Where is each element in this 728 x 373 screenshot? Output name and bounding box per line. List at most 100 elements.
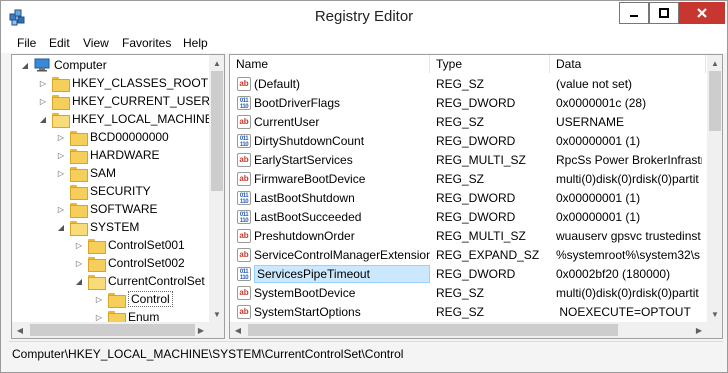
value-row[interactable]: ab (Default) REG_SZ (value not set) [230,75,722,94]
tree-horizontal-scrollbar[interactable]: ◀ ▶ [12,322,209,338]
value-row[interactable]: 011 110 ServicesPipeTimeout REG_DWORD 0x0002… [230,265,722,284]
tree-node[interactable]: ◢ Computer [20,56,107,74]
scrollbar-corner [707,322,722,338]
tree-node[interactable]: ▷ BCD00000000 [56,128,169,146]
scroll-left-arrow-icon[interactable]: ◀ [230,322,246,338]
tree-vertical-scroll-thumb[interactable] [211,71,223,191]
value-type: REG_SZ [436,172,485,186]
value-type: REG_EXPAND_SZ [436,248,540,262]
value-row[interactable]: 011 110 DirtyShutdownCount REG_DWORD 0x00000… [230,132,722,151]
binary-value-icon: 011 110 [237,134,251,148]
value-data: RpcSs Power BrokerInfrastru [556,153,702,167]
value-row[interactable]: 011 110 LastBootSucceeded REG_DWORD 0x000000… [230,208,722,227]
column-header-data[interactable]: Data [550,55,706,73]
column-header-type[interactable]: Type [430,55,550,73]
tree-node[interactable]: ▷ SAM [56,164,116,182]
value-data: (value not set) [556,77,633,91]
collapse-arrow-icon[interactable]: ◢ [38,114,48,124]
list-horizontal-scrollbar[interactable]: ◀ ▶ [230,322,707,338]
value-data: USERNAME [556,115,625,129]
expand-arrow-icon[interactable]: ▷ [94,312,104,322]
tree-node-label: SECURITY [90,184,151,198]
value-row[interactable]: 011 110 BootDriverFlags REG_DWORD 0x0000001c… [230,94,722,113]
collapse-arrow-icon[interactable]: ◢ [74,276,84,286]
string-value-icon: ab [237,172,251,186]
list-vertical-scroll-thumb[interactable] [709,71,721,131]
value-row[interactable]: ab SystemStartOptions REG_SZ NOEXECUTE=OPT… [230,303,722,322]
status-bar: Computer\HKEY_LOCAL_MACHINE\SYSTEM\Curre… [9,341,723,365]
tree-node[interactable]: ▷ HKEY_CLASSES_ROOT [38,74,208,92]
tree-node[interactable]: ▷ Control [94,290,173,308]
value-row[interactable]: ab EarlyStartServices REG_MULTI_SZ RpcSs Po… [230,151,722,170]
value-data: 0x00000001 (1) [556,134,641,148]
tree-node[interactable]: ▷ ControlSet002 [74,254,185,272]
close-icon [697,8,707,18]
tree-node[interactable]: SECURITY [56,182,151,200]
value-row[interactable]: ab SystemBootDevice REG_SZ multi(0)disk(0)r… [230,284,722,303]
expand-arrow-icon[interactable]: ▷ [94,294,104,304]
value-type: REG_MULTI_SZ [436,153,526,167]
expand-arrow-icon[interactable]: ▷ [74,240,84,250]
minimize-button[interactable] [619,2,649,24]
tree-node[interactable]: ▷ HKEY_CURRENT_USER [38,92,210,110]
menu-file[interactable]: File [17,36,36,50]
collapse-arrow-icon[interactable]: ◢ [56,222,66,232]
menu-bar: File Edit View Favorites Help [1,33,727,53]
string-value-icon: ab [237,286,251,300]
value-type: REG_DWORD [436,267,516,281]
tree-node[interactable]: ◢ CurrentControlSet [74,272,205,290]
list-vertical-scrollbar[interactable]: ▲ ▼ [707,55,722,322]
registry-tree-pane[interactable]: ◢ Computer ▷ HKEY_CLASSES_ROOT ▷ HKEY_CURRENT… [11,54,225,339]
expand-arrow-icon[interactable]: ▷ [56,132,66,142]
scroll-down-arrow-icon[interactable]: ▼ [209,306,224,322]
list-horizontal-scroll-thumb[interactable] [248,324,618,336]
menu-help[interactable]: Help [183,36,208,50]
folder-icon [70,166,88,182]
expand-arrow-icon[interactable]: ▷ [56,150,66,160]
scroll-left-arrow-icon[interactable]: ◀ [12,322,28,338]
value-data: 0x00000001 (1) [556,191,641,205]
maximize-button[interactable] [649,2,679,24]
expand-arrow-icon[interactable]: ▷ [56,168,66,178]
expand-arrow-icon[interactable]: ▷ [56,204,66,214]
scroll-down-arrow-icon[interactable]: ▼ [707,306,722,322]
expand-arrow-icon[interactable]: ▷ [38,78,48,88]
title-bar[interactable]: Registry Editor [1,1,727,33]
values-list-pane[interactable]: Name Type Data ab (Default) REG_SZ (value n… [229,54,723,339]
column-header-name[interactable]: Name [230,55,430,73]
scroll-up-arrow-icon[interactable]: ▲ [707,55,722,71]
tree-node[interactable]: ▷ SOFTWARE [56,200,158,218]
value-row[interactable]: ab FirmwareBootDevice REG_SZ multi(0)disk(0… [230,170,722,189]
value-data: 0x0000001c (28) [556,96,647,110]
tree-node[interactable]: ▷ HARDWARE [56,146,160,164]
menu-view[interactable]: View [83,36,109,50]
expand-arrow-icon[interactable]: ▷ [74,258,84,268]
value-row[interactable]: ab CurrentUser REG_SZ USERNAME [230,113,722,132]
registry-editor-window: Registry Editor File Edit View Favorites… [0,0,728,373]
close-button[interactable] [679,2,725,24]
value-type: REG_MULTI_SZ [436,229,526,243]
value-name: CurrentUser [254,115,320,129]
tree-node-label: ControlSet002 [108,256,185,270]
value-row[interactable]: ab PreshutdownOrder REG_MULTI_SZ wuauserv g… [230,227,722,246]
expand-arrow-icon[interactable]: ▷ [38,96,48,106]
value-row[interactable]: 011 110 LastBootShutdown REG_DWORD 0x0000000… [230,189,722,208]
folder-icon [70,130,88,146]
tree-node[interactable]: ▷ ControlSet001 [74,236,185,254]
scroll-right-arrow-icon[interactable]: ▶ [691,322,707,338]
collapse-arrow-icon[interactable]: ◢ [20,60,30,70]
scroll-right-arrow-icon[interactable]: ▶ [193,322,209,338]
tree-horizontal-scroll-thumb[interactable] [30,324,195,336]
menu-edit[interactable]: Edit [49,36,70,50]
value-data: 0x0002bf20 (180000) [556,267,671,281]
menu-favorites[interactable]: Favorites [122,36,171,50]
tree-node-label: SAM [90,166,117,180]
value-row[interactable]: ab ServiceControlManagerExtension REG_EXPA… [230,246,722,265]
tree-node[interactable]: ◢ SYSTEM [56,218,139,236]
tree-node[interactable]: ◢ HKEY_LOCAL_MACHINE [38,110,213,128]
current-key-path: Computer\HKEY_LOCAL_MACHINE\SYSTEM\Curre… [12,347,404,361]
tree-vertical-scrollbar[interactable]: ▲ ▼ [209,55,224,322]
folder-icon [70,148,88,164]
folder-icon [88,256,106,272]
scroll-up-arrow-icon[interactable]: ▲ [209,55,224,71]
